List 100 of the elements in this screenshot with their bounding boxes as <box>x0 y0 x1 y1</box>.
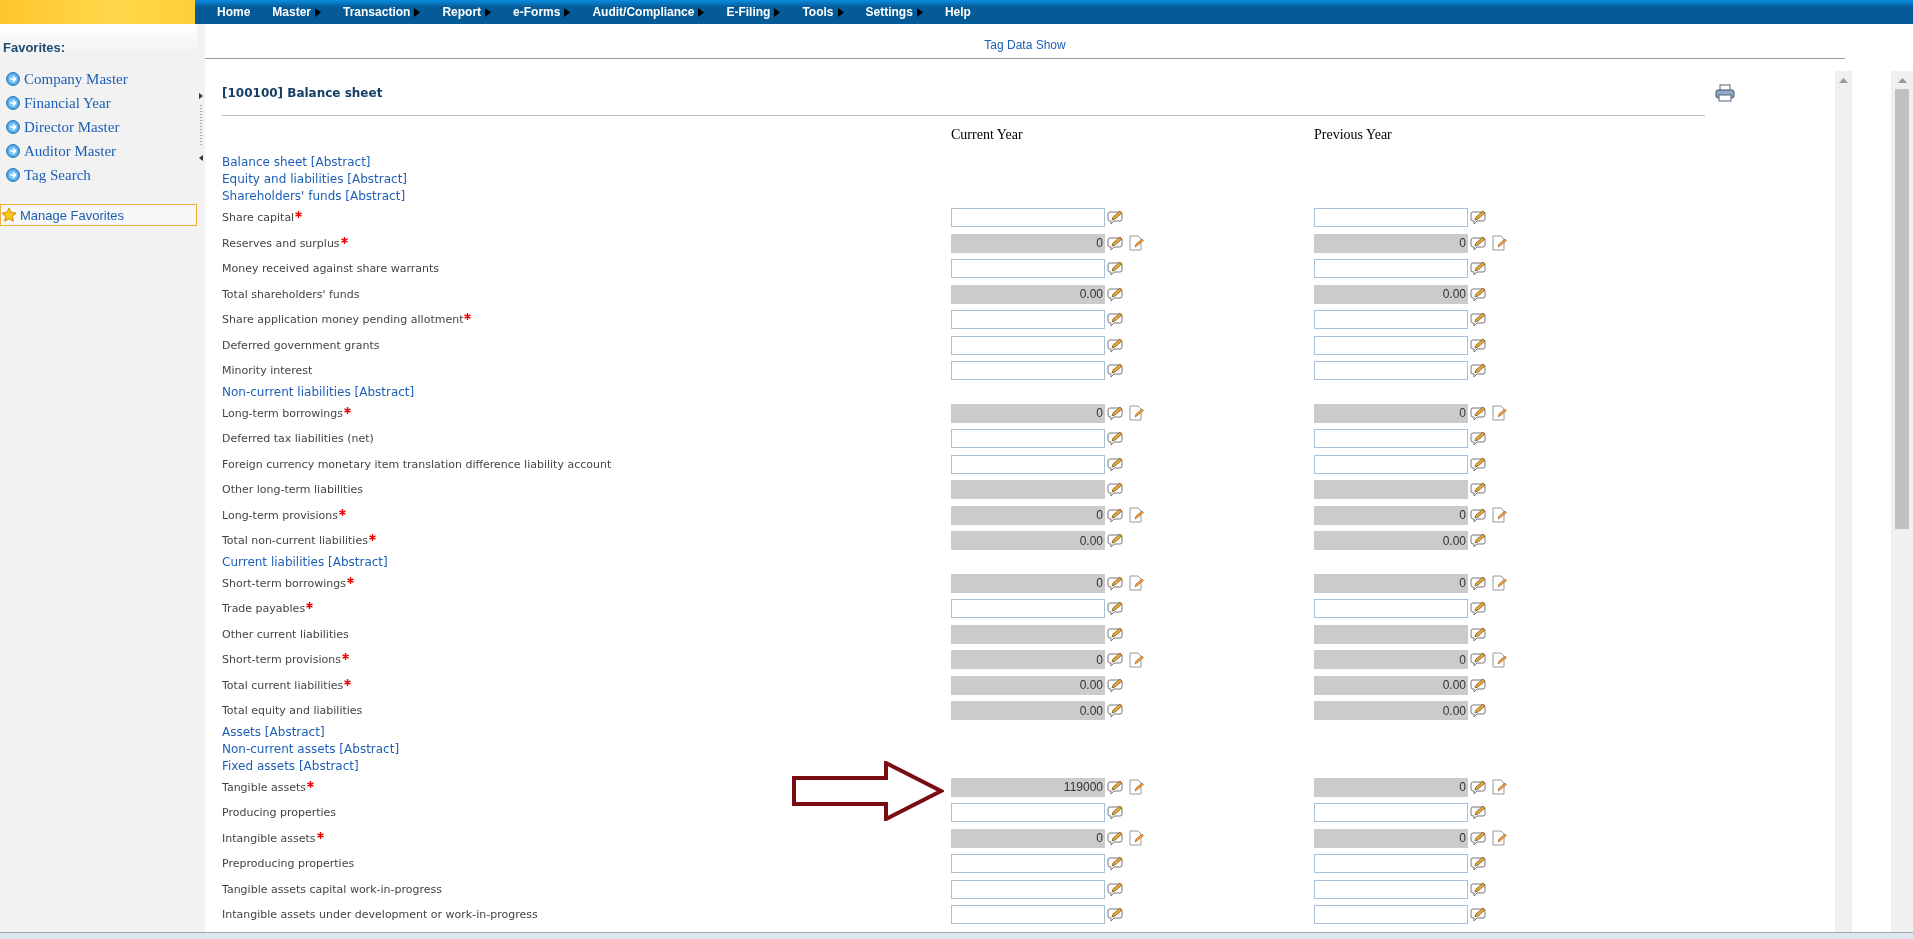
pencil-comment-icon[interactable] <box>1470 405 1487 421</box>
pencil-comment-icon[interactable] <box>1470 533 1487 549</box>
pencil-comment-icon[interactable] <box>1107 337 1124 353</box>
amount-field[interactable] <box>1314 480 1468 500</box>
abstract-heading-link[interactable]: Non-current liabilities [Abstract] <box>222 383 415 401</box>
pencil-comment-icon[interactable] <box>1470 907 1487 923</box>
document-edit-icon[interactable] <box>1492 830 1507 847</box>
pencil-comment-icon[interactable] <box>1470 431 1487 447</box>
pencil-comment-icon[interactable] <box>1107 779 1124 795</box>
document-edit-icon[interactable] <box>1129 235 1144 252</box>
amount-field[interactable] <box>1314 259 1468 279</box>
pencil-comment-icon[interactable] <box>1470 312 1487 328</box>
pencil-comment-icon[interactable] <box>1470 363 1487 379</box>
pencil-comment-icon[interactable] <box>1107 235 1124 251</box>
amount-field[interactable]: 0 <box>951 403 1105 423</box>
pencil-comment-icon[interactable] <box>1107 907 1124 923</box>
amount-field[interactable] <box>1314 335 1468 355</box>
favorite-link[interactable]: Company Master <box>0 67 134 91</box>
pencil-comment-icon[interactable] <box>1470 575 1487 591</box>
amount-field[interactable] <box>1314 803 1468 823</box>
pencil-comment-icon[interactable] <box>1107 830 1124 846</box>
amount-field[interactable]: 0.00 <box>1314 284 1468 304</box>
amount-field[interactable] <box>951 429 1105 449</box>
abstract-heading-link[interactable]: Shareholders' funds [Abstract] <box>222 188 406 205</box>
pencil-comment-icon[interactable] <box>1107 533 1124 549</box>
pencil-comment-icon[interactable] <box>1107 507 1124 523</box>
pencil-comment-icon[interactable] <box>1470 601 1487 617</box>
amount-field[interactable]: 0 <box>1314 233 1468 253</box>
amount-field[interactable]: 0 <box>951 650 1105 670</box>
abstract-heading-link[interactable]: Fixed assets [Abstract] <box>222 757 359 775</box>
pencil-comment-icon[interactable] <box>1107 805 1124 821</box>
pencil-comment-icon[interactable] <box>1470 830 1487 846</box>
document-edit-icon[interactable] <box>1492 779 1507 796</box>
amount-field[interactable] <box>1314 624 1468 644</box>
amount-field[interactable]: 0.00 <box>951 284 1105 304</box>
pencil-comment-icon[interactable] <box>1470 261 1487 277</box>
pencil-comment-icon[interactable] <box>1107 431 1124 447</box>
menu-item[interactable]: E-Filing <box>726 5 795 19</box>
abstract-heading-link[interactable]: Assets [Abstract] <box>222 723 325 741</box>
amount-field[interactable] <box>1314 454 1468 474</box>
pencil-comment-icon[interactable] <box>1470 881 1487 897</box>
amount-field[interactable] <box>951 480 1105 500</box>
amount-field[interactable]: 0.00 <box>951 675 1105 695</box>
pencil-comment-icon[interactable] <box>1470 626 1487 642</box>
amount-field[interactable] <box>951 599 1105 619</box>
amount-field[interactable]: 0.00 <box>951 701 1105 721</box>
pencil-comment-icon[interactable] <box>1470 652 1487 668</box>
amount-field[interactable] <box>1314 905 1468 925</box>
amount-field[interactable] <box>1314 429 1468 449</box>
amount-field[interactable] <box>1314 854 1468 874</box>
amount-field[interactable] <box>1314 208 1468 228</box>
abstract-heading-link[interactable]: Equity and liabilities [Abstract] <box>222 171 407 188</box>
pencil-comment-icon[interactable] <box>1107 286 1124 302</box>
document-edit-icon[interactable] <box>1129 405 1144 422</box>
amount-field[interactable] <box>951 454 1105 474</box>
pencil-comment-icon[interactable] <box>1107 210 1124 226</box>
pencil-comment-icon[interactable] <box>1107 363 1124 379</box>
favorite-link[interactable]: Financial Year <box>0 91 117 115</box>
abstract-heading-link[interactable]: Balance sheet [Abstract] <box>222 154 371 171</box>
amount-field[interactable]: 119000 <box>951 777 1105 797</box>
pencil-comment-icon[interactable] <box>1107 881 1124 897</box>
scroll-up-icon[interactable] <box>1839 77 1848 83</box>
pencil-comment-icon[interactable] <box>1107 626 1124 642</box>
abstract-heading-link[interactable]: Current liabilities [Abstract] <box>222 553 388 571</box>
amount-field[interactable] <box>951 361 1105 381</box>
document-edit-icon[interactable] <box>1492 651 1507 668</box>
amount-field[interactable] <box>1314 310 1468 330</box>
amount-field[interactable]: 0 <box>1314 828 1468 848</box>
pencil-comment-icon[interactable] <box>1470 456 1487 472</box>
scroll-up-icon[interactable] <box>1897 77 1907 83</box>
abstract-heading-link[interactable]: Non-current assets [Abstract] <box>222 740 400 758</box>
pencil-comment-icon[interactable] <box>1470 779 1487 795</box>
document-edit-icon[interactable] <box>1492 405 1507 422</box>
amount-field[interactable] <box>951 803 1105 823</box>
splitter-handle-icon[interactable] <box>198 93 204 163</box>
amount-field[interactable]: 0 <box>1314 650 1468 670</box>
pencil-comment-icon[interactable] <box>1107 652 1124 668</box>
scrollbar[interactable] <box>1835 71 1852 932</box>
menu-item[interactable]: Tools <box>802 5 858 19</box>
amount-field[interactable]: 0 <box>1314 777 1468 797</box>
amount-field[interactable]: 0 <box>1314 573 1468 593</box>
document-edit-icon[interactable] <box>1492 507 1507 524</box>
document-edit-icon[interactable] <box>1129 779 1144 796</box>
amount-field[interactable] <box>1314 879 1468 899</box>
document-edit-icon[interactable] <box>1129 651 1144 668</box>
amount-field[interactable]: 0 <box>1314 403 1468 423</box>
amount-field[interactable]: 0.00 <box>1314 531 1468 551</box>
pencil-comment-icon[interactable] <box>1470 677 1487 693</box>
pencil-comment-icon[interactable] <box>1470 507 1487 523</box>
pencil-comment-icon[interactable] <box>1107 261 1124 277</box>
pencil-comment-icon[interactable] <box>1470 856 1487 872</box>
pencil-comment-icon[interactable] <box>1470 805 1487 821</box>
pencil-comment-icon[interactable] <box>1107 482 1124 498</box>
document-edit-icon[interactable] <box>1129 575 1144 592</box>
document-edit-icon[interactable] <box>1492 235 1507 252</box>
document-edit-icon[interactable] <box>1129 507 1144 524</box>
amount-field[interactable]: 0.00 <box>951 531 1105 551</box>
document-edit-icon[interactable] <box>1129 830 1144 847</box>
menu-item[interactable]: Report <box>442 5 506 19</box>
menu-item[interactable]: Help <box>944 5 985 19</box>
